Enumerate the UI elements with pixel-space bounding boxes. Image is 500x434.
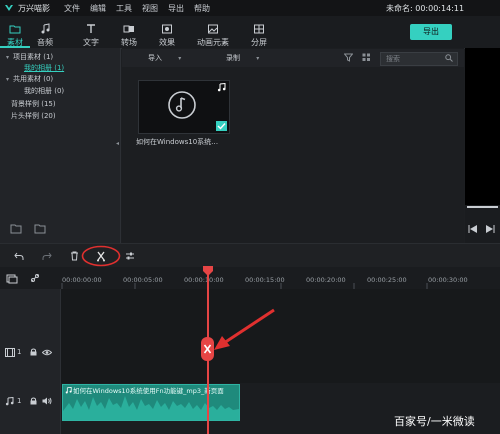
eye-icon[interactable] <box>42 349 52 356</box>
adjust-icon[interactable] <box>125 251 135 261</box>
ruler-tick-label: 00:00:10:00 <box>184 276 224 284</box>
library-panel: ▾ 项目素材 (1) 我的相册 (1) ▾ 共用素材 (0) 我的相册 (0) 背景… <box>0 48 121 243</box>
audio-track-number: 1 <box>17 397 22 405</box>
audio-file-icon <box>167 90 197 120</box>
tab-transition[interactable]: 转场 <box>112 16 146 48</box>
menu-view[interactable]: 视图 <box>142 3 158 14</box>
text-icon <box>85 23 97 35</box>
app-name: 万兴喵影 <box>18 4 50 13</box>
library-item-my-album[interactable]: 我的相册 (1) <box>24 63 64 73</box>
chevron-down-icon: ▾ <box>178 55 182 62</box>
lock-icon[interactable] <box>30 348 37 356</box>
chevron-down-icon: ▾ <box>256 55 260 62</box>
ruler-tick-label: 00:00:05:00 <box>123 276 163 284</box>
ruler-tick-label: 00:00:00:00 <box>62 276 102 284</box>
video-track-icon <box>5 348 15 357</box>
menu-bar: 万兴喵影 文件 编辑 工具 视图 导出 帮助 未命名: 00:00:14:11 <box>0 0 500 16</box>
effects-icon <box>161 23 173 35</box>
step-forward-icon[interactable] <box>485 225 495 233</box>
preview-progress-bar[interactable] <box>467 206 498 208</box>
add-track-icon[interactable] <box>6 274 18 284</box>
preview-controls <box>465 205 500 243</box>
annotation-arrow <box>214 308 275 350</box>
filter-icon[interactable] <box>344 53 353 62</box>
music-note-icon <box>5 397 14 406</box>
search-input[interactable]: 搜索 <box>380 52 458 66</box>
audio-waveform <box>63 396 239 420</box>
ruler-tick-label: 00:00:15:00 <box>245 276 285 284</box>
music-note-icon <box>217 83 226 92</box>
link-icon[interactable] <box>30 273 40 283</box>
tab-label: 分屏 <box>251 38 267 47</box>
import-dropdown[interactable]: 导入 ▾ <box>148 53 181 63</box>
elements-icon <box>207 23 219 35</box>
audio-track-header: 1 <box>0 383 61 434</box>
music-note-icon <box>65 387 72 394</box>
collapse-panel-icon[interactable]: ◂ <box>116 140 119 147</box>
split-screen-icon <box>253 23 265 35</box>
undo-icon[interactable] <box>14 252 24 261</box>
tab-elements[interactable]: 动画元素 <box>192 16 234 48</box>
ruler-tick-label: 00:00:25:00 <box>367 276 407 284</box>
menu-export[interactable]: 导出 <box>168 3 184 14</box>
menu-file[interactable]: 文件 <box>64 3 80 14</box>
tab-split-screen[interactable]: 分屏 <box>244 16 274 48</box>
checkmark-icon[interactable] <box>216 121 227 131</box>
tab-media[interactable]: 素材 <box>0 16 30 48</box>
lock-icon[interactable] <box>30 397 37 405</box>
tab-label: 音频 <box>37 38 53 47</box>
tab-label: 文字 <box>83 38 99 47</box>
ruler-tick-label: 00:00:30:00 <box>428 276 468 284</box>
grid-view-icon[interactable] <box>362 53 371 62</box>
tab-audio[interactable]: 音频 <box>30 16 60 48</box>
menu-edit[interactable]: 编辑 <box>90 3 106 14</box>
menu-tools[interactable]: 工具 <box>116 3 132 14</box>
folder-icon <box>9 23 21 35</box>
library-item-shared-media[interactable]: ▾ 共用素材 (0) <box>6 74 53 84</box>
scissors-highlight-circle <box>81 245 121 267</box>
video-track-number: 1 <box>17 348 22 356</box>
tab-effects[interactable]: 效果 <box>152 16 182 48</box>
export-button[interactable]: 导出 <box>410 24 452 40</box>
project-title: 未命名: 00:00:14:11 <box>386 4 465 13</box>
record-dropdown[interactable]: 录制 ▾ <box>226 53 259 63</box>
menu-help[interactable]: 帮助 <box>194 3 210 14</box>
watermark: 百家号/一米微读 <box>394 415 475 428</box>
media-caption: 如何在Windows10系统… <box>136 138 219 146</box>
tab-label: 转场 <box>121 38 137 47</box>
playhead-handle[interactable] <box>202 266 214 276</box>
app-logo-icon <box>4 3 14 13</box>
timeline-toolbar <box>0 243 500 268</box>
redo-icon[interactable] <box>42 252 52 261</box>
music-note-icon <box>39 23 51 35</box>
delete-icon[interactable] <box>70 251 79 261</box>
folder-icon[interactable] <box>34 224 46 234</box>
step-back-icon[interactable] <box>468 225 478 233</box>
video-track-header: 1 <box>0 289 61 383</box>
transition-icon <box>123 23 135 35</box>
library-item-intro-samples[interactable]: 片头样例 (20) <box>11 111 56 121</box>
new-folder-icon[interactable] <box>10 224 22 234</box>
library-item-background-samples[interactable]: 背景样例 (15) <box>11 99 56 109</box>
search-icon <box>445 54 453 62</box>
audio-clip-label: 如何在Windows10系统使用Fn功能键_mp3_新页面 <box>73 387 224 395</box>
ruler-tick-label: 00:00:20:00 <box>306 276 346 284</box>
tab-text[interactable]: 文字 <box>76 16 106 48</box>
library-item-shared-album[interactable]: 我的相册 (0) <box>24 86 64 96</box>
tab-label: 效果 <box>159 38 175 47</box>
speaker-icon[interactable] <box>42 397 52 405</box>
tab-label: 动画元素 <box>197 38 229 47</box>
library-item-project-media[interactable]: ▾ 项目素材 (1) <box>6 52 53 62</box>
media-thumbnail[interactable] <box>138 80 230 134</box>
